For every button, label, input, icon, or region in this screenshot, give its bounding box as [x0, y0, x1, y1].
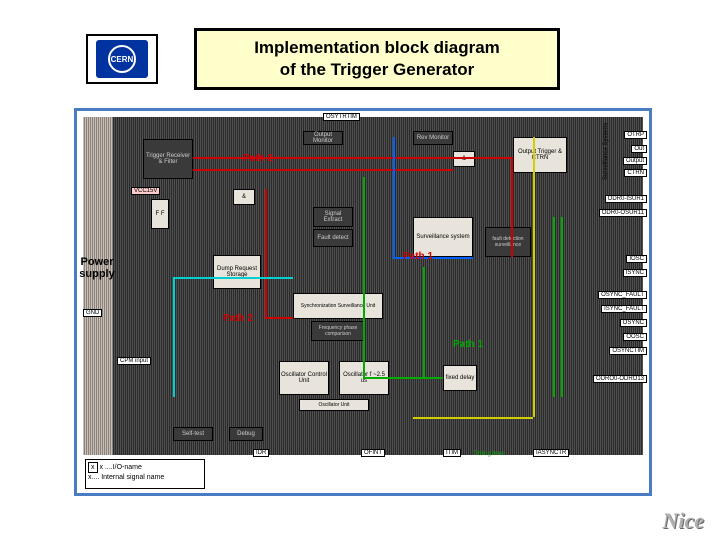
block-trigger-output: Output Trigger & CTRN [513, 137, 567, 173]
cern-logo-inner: CERN [96, 40, 148, 78]
tag-osync: OSYNC [620, 319, 647, 327]
block-out-monitor: Output Monitor [303, 131, 343, 145]
tag-oosc: OOSC [623, 333, 647, 341]
block-sync-unit: Synchronization Surveillance Unit [293, 293, 383, 319]
power-supply-panel [83, 117, 113, 455]
tag-osync-fault: OSYNC_FAULT [598, 291, 647, 299]
legend-line1: x ....I/O-name [100, 464, 142, 471]
diagram-frame: Power supply OSYTRTIM Path 2 Path 1 Path… [74, 108, 652, 496]
block-selftest: Self-test [173, 427, 213, 441]
block-and2: & [453, 151, 475, 167]
block-fault: Fault detect [313, 229, 353, 247]
tag-cpm: CPM input [117, 357, 151, 365]
tag-ctrn: CTRN [624, 169, 647, 177]
tag-osytrtim: OSYTRTIM [323, 113, 360, 121]
tag-idr: IDR [253, 449, 269, 457]
path-1b-label: Path 1 [453, 339, 483, 350]
tag-iasynctr: IASYNCTR [533, 449, 569, 457]
tag-otrp: OTRP [624, 131, 647, 139]
block-debug: Debug [229, 427, 263, 441]
block-osc-control: Oscillator Control Unit [279, 361, 329, 395]
tag-ofint: OFINT [361, 449, 385, 457]
page-title: Implementation block diagram of the Trig… [254, 37, 500, 81]
title-box: Implementation block diagram of the Trig… [194, 28, 560, 90]
tag-itim: ITIM [443, 449, 461, 457]
block-freq-comp: Frequency phase comparison [311, 321, 365, 341]
tag-osynctim: OSYNCTIM [609, 347, 647, 355]
tag-iosc: IOSC [626, 255, 647, 263]
tag-isync: ISYNC [623, 269, 647, 277]
block-rev-monitor: Rev Monitor [413, 131, 453, 145]
footer-nice: Nice [662, 508, 704, 534]
path-2a-label: Path 2 [243, 153, 273, 164]
block-ff1: F F [151, 199, 169, 229]
tag-gnd: GND [83, 309, 102, 317]
cern-logo: CERN [86, 34, 158, 84]
block-dump-request: Dump Request Storage [213, 255, 261, 289]
path-2b-label: Path 2 [223, 313, 253, 324]
block-osc-unit: Oscillator Unit [299, 399, 369, 411]
block-fixed-delay: fixed delay [443, 365, 477, 391]
tag-osur11: ODR0-OSUR11 [599, 209, 647, 217]
block-trigger-receiver: Trigger Receiver & Filter [143, 139, 193, 179]
tag-surv-systems: Surveillance Systems [603, 123, 609, 180]
diagram-canvas: OSYTRTIM Path 2 Path 1 Path 2 Path 1 Tri… [113, 117, 643, 455]
logo-text: CERN [111, 55, 134, 64]
tag-timing: Timing lines [473, 451, 505, 457]
tag-odro: ODRO0-ODRO13 [593, 375, 647, 383]
block-and1: & [233, 189, 255, 205]
tag-out: Out [631, 145, 647, 153]
tag-isync-fault: ISYNC_FAULT [601, 305, 647, 313]
block-extract: Signal Extract [313, 207, 353, 227]
tag-isur1: ODR0-ISUR1 [605, 195, 647, 203]
tag-vcc: VCC15V [131, 187, 160, 195]
block-fault-surv: fault detection surveillance [485, 227, 531, 257]
legend-line2: x.... Internal signal name [88, 474, 164, 481]
legend-box: xx ....I/O-name x.... Internal signal na… [85, 459, 205, 489]
tag-output: Output [623, 157, 647, 165]
path-1a-label: Path 1 [403, 251, 433, 262]
power-supply-label: Power supply [69, 256, 125, 280]
